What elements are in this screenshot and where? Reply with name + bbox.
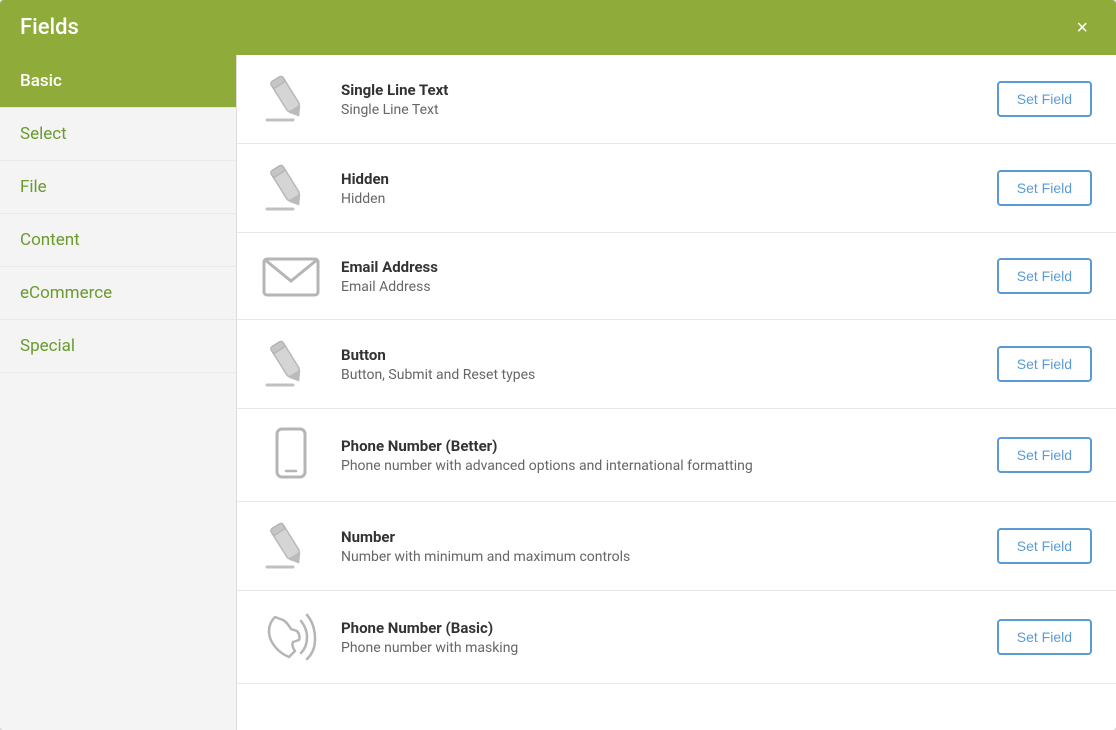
sidebar: BasicSelectFileContenteCommerceSpecial: [0, 55, 237, 730]
field-desc-single-line-text: Single Line Text: [341, 102, 977, 118]
set-field-button-hidden[interactable]: Set Field: [997, 170, 1092, 206]
sidebar-item-file[interactable]: File: [0, 161, 236, 214]
field-name-number: Number: [341, 528, 977, 546]
sidebar-item-content[interactable]: Content: [0, 214, 236, 267]
field-text-phone-number-better: Phone Number (Better) Phone number with a…: [341, 437, 977, 474]
field-row-phone-number-basic: Phone Number (Basic) Phone number with ma…: [237, 591, 1116, 684]
field-icon-envelope: [261, 251, 321, 301]
field-desc-phone-number-basic: Phone number with masking: [341, 640, 977, 656]
field-row-single-line-text: Single Line Text Single Line Text Set Fiel…: [237, 55, 1116, 144]
field-name-phone-number-basic: Phone Number (Basic): [341, 619, 977, 637]
fields-modal: Fields × BasicSelectFileContenteCommerce…: [0, 0, 1116, 730]
field-icon-pencil: [261, 520, 321, 572]
field-name-single-line-text: Single Line Text: [341, 81, 977, 99]
field-text-hidden: Hidden Hidden: [341, 170, 977, 207]
modal-title: Fields: [20, 15, 79, 40]
set-field-button-button[interactable]: Set Field: [997, 346, 1092, 382]
field-row-email-address: Email Address Email Address Set Field: [237, 233, 1116, 320]
field-name-button: Button: [341, 346, 977, 364]
sidebar-item-special[interactable]: Special: [0, 320, 236, 373]
sidebar-item-ecommerce[interactable]: eCommerce: [0, 267, 236, 320]
field-name-hidden: Hidden: [341, 170, 977, 188]
field-desc-hidden: Hidden: [341, 191, 977, 207]
set-field-button-single-line-text[interactable]: Set Field: [997, 81, 1092, 117]
field-icon-pencil: [261, 162, 321, 214]
field-row-phone-number-better: Phone Number (Better) Phone number with a…: [237, 409, 1116, 502]
content-area: Single Line Text Single Line Text Set Fiel…: [237, 55, 1116, 730]
set-field-button-number[interactable]: Set Field: [997, 528, 1092, 564]
field-desc-button: Button, Submit and Reset types: [341, 367, 977, 383]
sidebar-item-basic[interactable]: Basic: [0, 55, 236, 108]
field-name-phone-number-better: Phone Number (Better): [341, 437, 977, 455]
field-desc-number: Number with minimum and maximum controls: [341, 549, 977, 565]
field-desc-phone-number-better: Phone number with advanced options and i…: [341, 458, 977, 474]
set-field-button-phone-number-basic[interactable]: Set Field: [997, 619, 1092, 655]
field-text-button: Button Button, Submit and Reset types: [341, 346, 977, 383]
field-name-email-address: Email Address: [341, 258, 977, 276]
field-row-hidden: Hidden Hidden Set Field: [237, 144, 1116, 233]
modal-header: Fields ×: [0, 0, 1116, 55]
field-text-single-line-text: Single Line Text Single Line Text: [341, 81, 977, 118]
field-text-email-address: Email Address Email Address: [341, 258, 977, 295]
field-icon-phone-wave: [261, 609, 321, 665]
field-icon-mobile: [261, 427, 321, 483]
field-icon-pencil: [261, 73, 321, 125]
set-field-button-email-address[interactable]: Set Field: [997, 258, 1092, 294]
sidebar-item-select[interactable]: Select: [0, 108, 236, 161]
close-button[interactable]: ×: [1068, 14, 1096, 42]
field-text-number: Number Number with minimum and maximum co…: [341, 528, 977, 565]
modal-body: BasicSelectFileContenteCommerceSpecial S…: [0, 55, 1116, 730]
set-field-button-phone-number-better[interactable]: Set Field: [997, 437, 1092, 473]
field-icon-pencil: [261, 338, 321, 390]
field-row-button: Button Button, Submit and Reset types Set …: [237, 320, 1116, 409]
field-text-phone-number-basic: Phone Number (Basic) Phone number with ma…: [341, 619, 977, 656]
field-desc-email-address: Email Address: [341, 279, 977, 295]
field-row-number: Number Number with minimum and maximum co…: [237, 502, 1116, 591]
